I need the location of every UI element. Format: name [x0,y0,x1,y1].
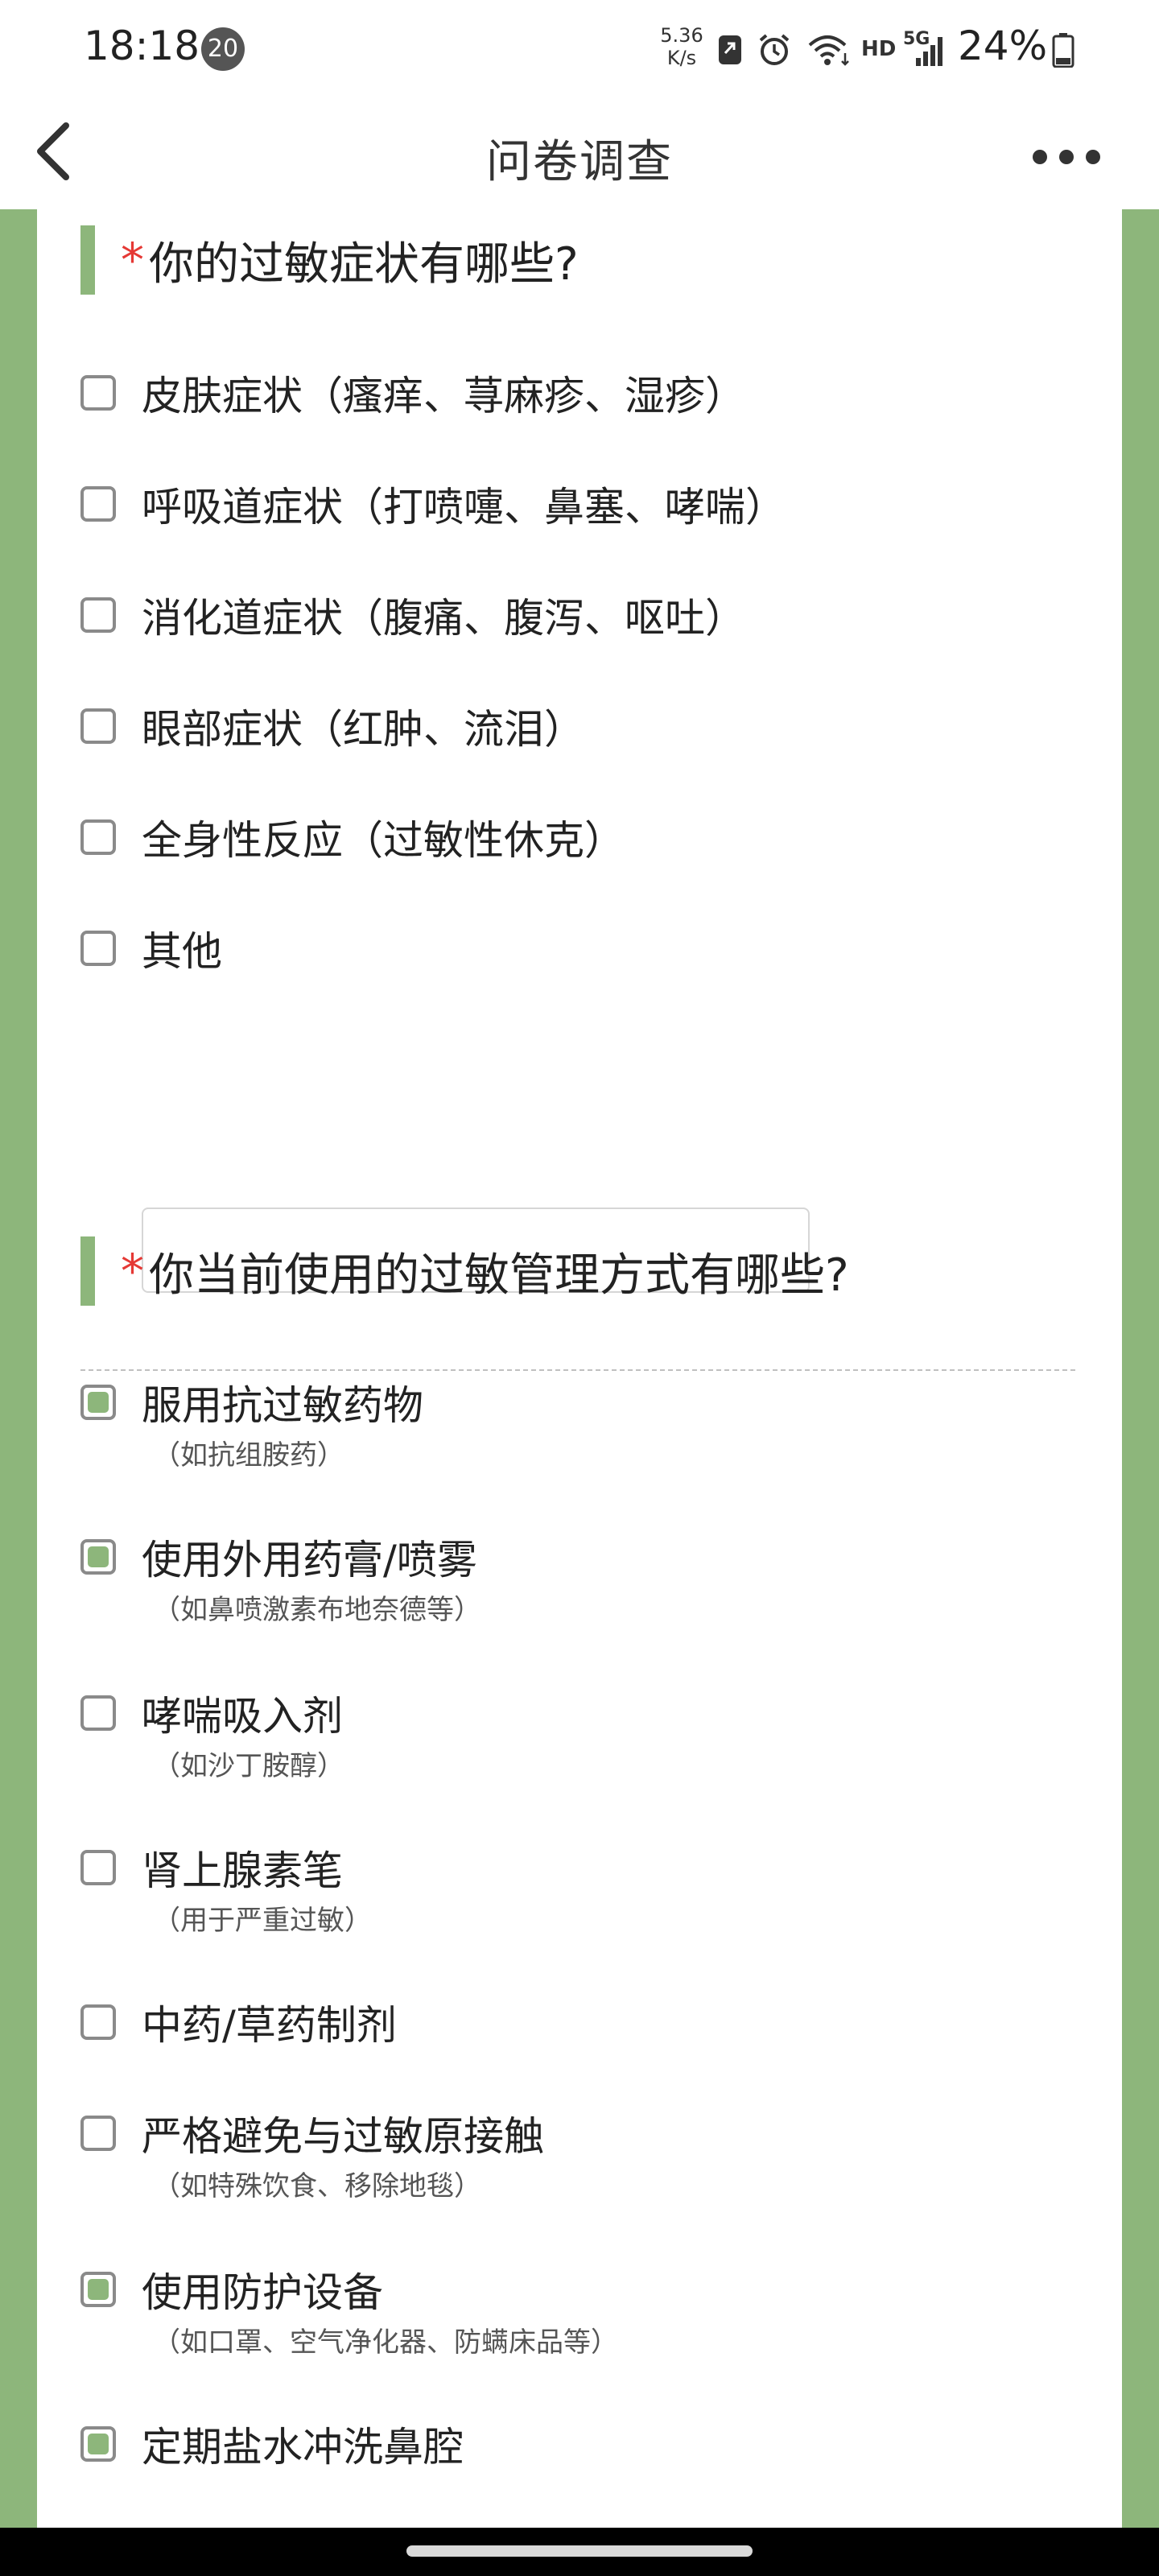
checkbox[interactable] [80,2116,116,2151]
survey-card: * 你的过敏症状有哪些? 皮肤症状（瘙痒、荨麻疹、湿疹） 呼吸道症状（打喷嚏、鼻… [37,209,1122,2528]
system-navigation-bar [0,2528,1159,2576]
more-options-icon[interactable] [1006,116,1127,188]
navigation-bar: 问卷调查 [0,100,1159,209]
option-label: 其他 [142,928,222,975]
option-hint: （如抗组胺药） [153,1439,344,1472]
option-label: 消化道症状（腹痛、腹泻、呕吐） [142,595,745,642]
option-label: 呼吸道症状（打喷嚏、鼻塞、哮喘） [142,484,786,530]
app-notification-icon [719,35,741,64]
checkbox[interactable] [80,931,116,966]
checkbox[interactable] [80,1850,116,1885]
option-hint: （如口罩、空气净化器、防螨床品等） [153,2326,618,2359]
checkbox[interactable] [80,597,116,633]
option-label: 使用外用药膏/喷雾 [142,1537,477,1583]
option-label: 全身性反应（过敏性休克） [142,817,625,864]
checkbox[interactable] [80,1695,116,1731]
option-label: 定期盐水冲洗鼻腔 [142,2424,464,2471]
checkbox[interactable] [80,708,116,744]
status-bar: 18:18 20 5.36 K/s HD 5G 24% [0,0,1159,100]
signal-icon [916,37,942,66]
question-accent-bar [80,1236,95,1306]
option-label: 哮喘吸入剂 [142,1693,343,1740]
option-hint: （如特殊饮食、移除地毯） [153,2170,481,2202]
page-title: 问卷调查 [486,136,673,188]
battery-percent: 24% [958,23,1048,69]
battery-icon [1052,33,1074,68]
option-label: 使用防护设备 [142,2269,383,2316]
option-label: 皮肤症状（瘙痒、荨麻疹、湿疹） [142,373,745,419]
question-text: 你当前使用的过敏管理方式有哪些? [149,1249,849,1302]
required-marker: * [121,1244,144,1298]
required-marker: * [121,233,144,287]
notification-count-badge: 20 [201,27,245,71]
option-label: 中药/草药制剂 [142,2002,397,2049]
question-title: * 你的过敏症状有哪些? [80,225,579,295]
option-hint: （用于严重过敏） [153,1905,372,1937]
checkbox[interactable] [80,486,116,522]
checkbox[interactable] [80,819,116,855]
checkbox-checked[interactable] [80,2272,116,2307]
hd-indicator: HD [861,37,897,61]
home-gesture-handle[interactable] [406,2545,753,2557]
checkbox[interactable] [80,2004,116,2040]
option-label: 眼部症状（红肿、流泪） [142,706,584,753]
checkbox[interactable] [80,375,116,411]
clock: 18:18 [84,23,200,69]
option-hint: （如鼻喷激素布地奈德等） [153,1594,481,1626]
option-label: 肾上腺素笔 [142,1847,343,1894]
alarm-icon [759,34,790,65]
option-label: 服用抗过敏药物 [142,1382,423,1429]
question-title: * 你当前使用的过敏管理方式有哪些? [80,1236,849,1306]
right-accent-border [1122,209,1159,2528]
question-accent-bar [80,225,95,295]
network-speed-unit: K/s [666,47,697,69]
network-speed-value: 5.36 [660,24,703,47]
left-accent-border [0,209,37,2528]
option-hint: （如沙丁胺醇） [153,1750,344,1782]
question-divider [80,1369,1075,1371]
network-speed: 5.36 K/s [654,24,710,69]
checkbox-checked[interactable] [80,2426,116,2462]
wifi-icon [808,35,849,66]
checkbox-checked[interactable] [80,1385,116,1420]
question-text: 你的过敏症状有哪些? [149,237,579,291]
option-label: 严格避免与过敏原接触 [142,2113,544,2160]
checkbox-checked[interactable] [80,1539,116,1575]
